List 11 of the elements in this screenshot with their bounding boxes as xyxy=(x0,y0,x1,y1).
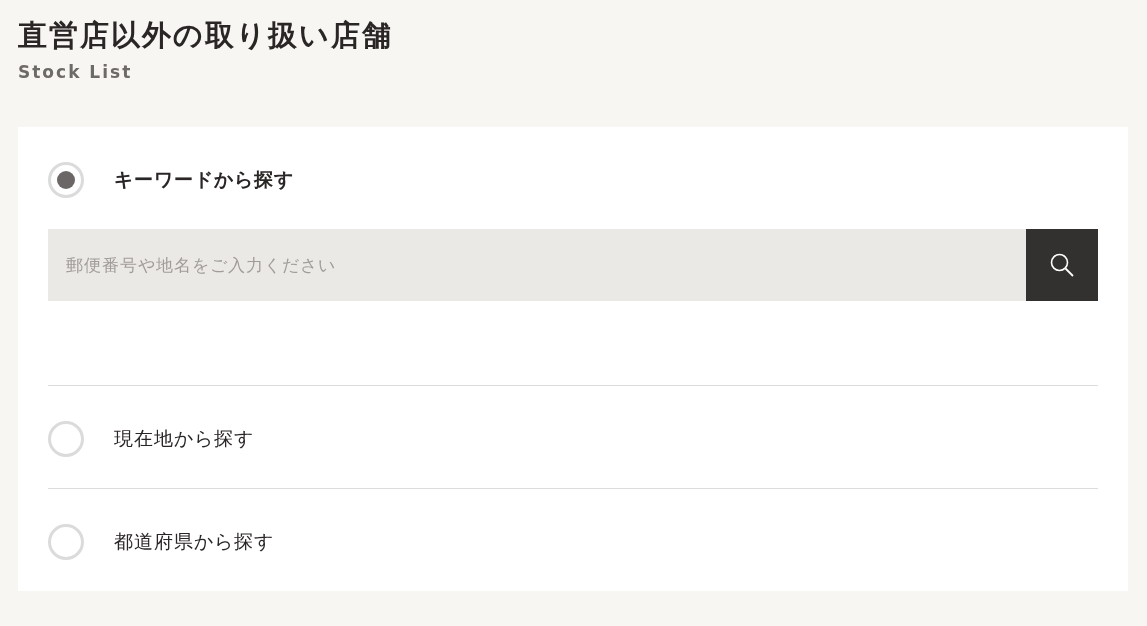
option-label[interactable]: 都道府県から探す xyxy=(114,529,274,555)
search-button[interactable] xyxy=(1026,229,1098,301)
option-label[interactable]: キーワードから探す xyxy=(114,167,294,193)
page-subtitle: Stock List xyxy=(18,62,134,82)
page-title: 直営店以外の取り扱い店舗 xyxy=(18,17,394,54)
option-label[interactable]: 現在地から探す xyxy=(114,426,254,452)
radio-button[interactable] xyxy=(48,162,84,198)
radio-button[interactable] xyxy=(48,421,84,457)
search-field[interactable]: 郵便番号や地名をご入力ください xyxy=(48,229,1026,301)
radio-button[interactable] xyxy=(48,524,84,560)
search-icon xyxy=(1049,252,1075,278)
